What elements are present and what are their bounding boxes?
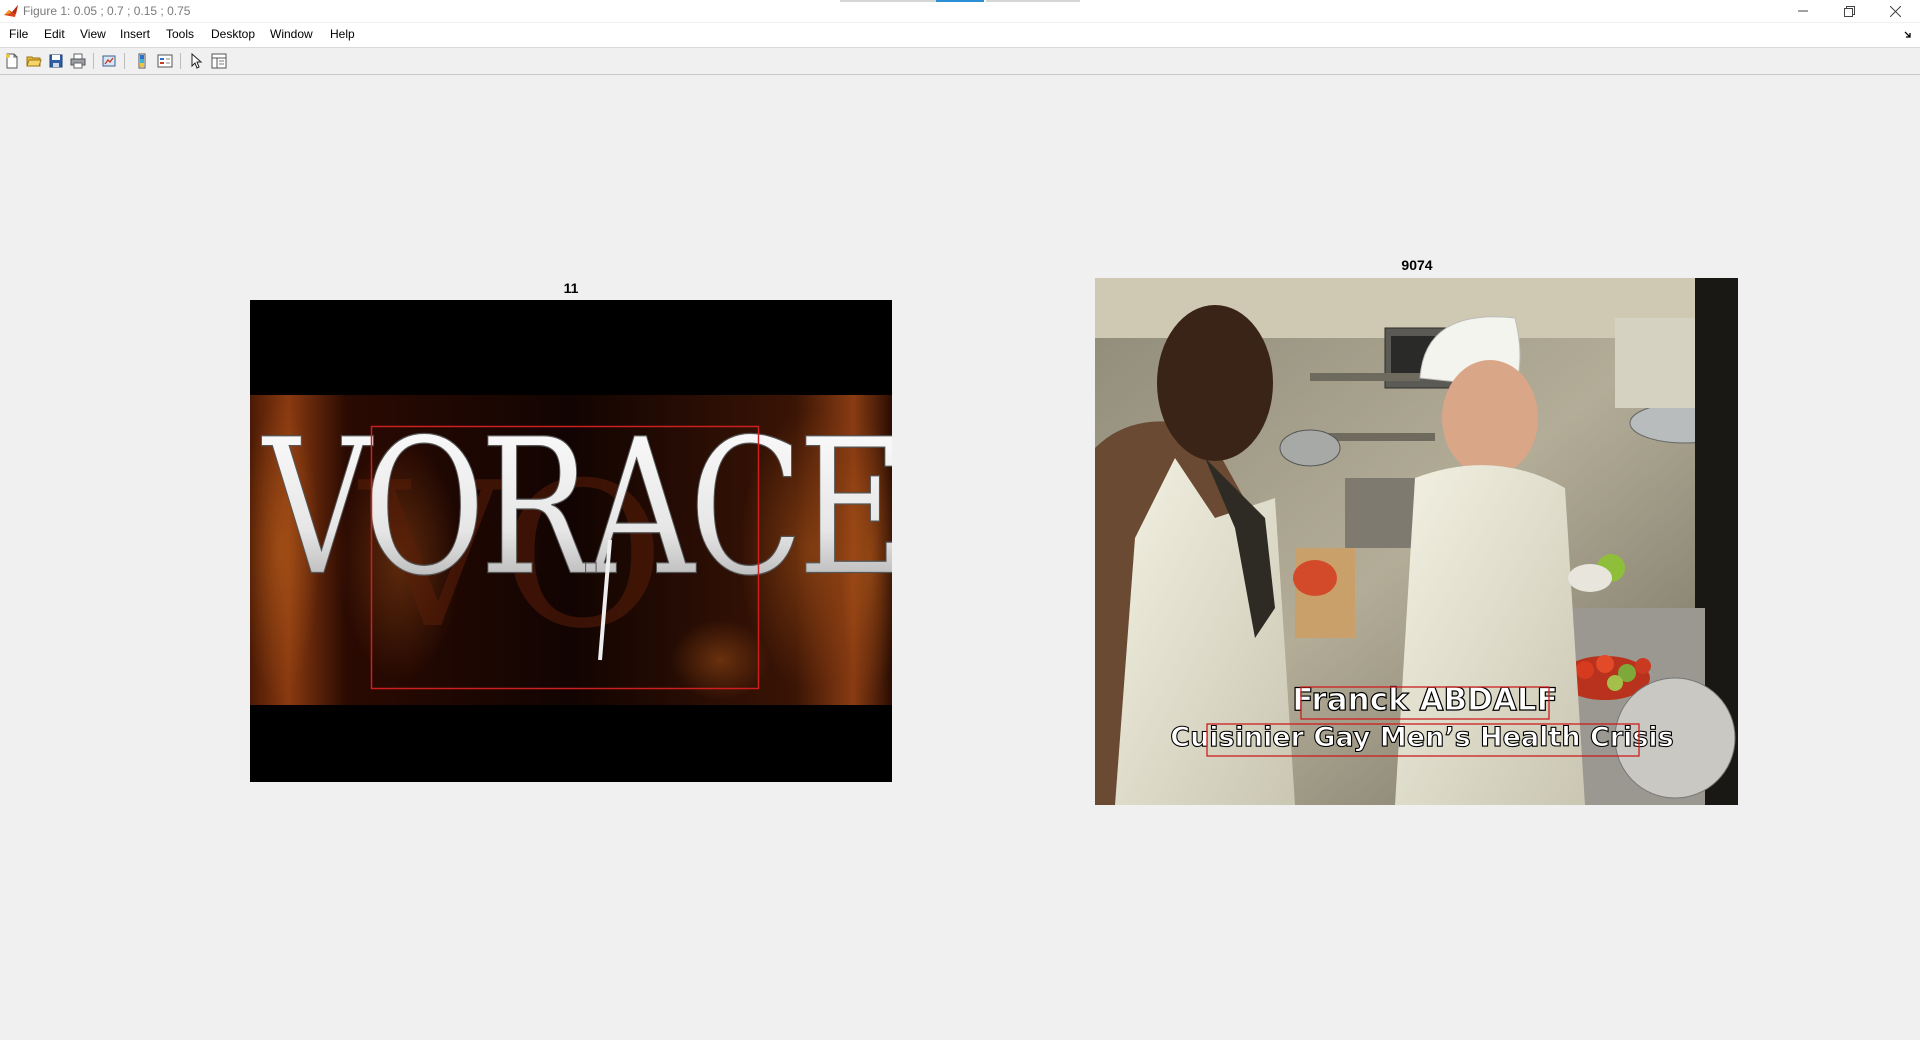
toolbar-separator (180, 53, 181, 69)
image-axes-left[interactable]: VO VORACE (250, 300, 892, 782)
menu-bar: File Edit View Insert Tools Desktop Wind… (0, 23, 1920, 48)
minimize-icon (1798, 10, 1808, 12)
vorace-logo-text: VORACE (261, 399, 892, 618)
toolbar-separator (124, 53, 125, 69)
image-axes-right[interactable]: Franck ABDALF Cuisinier Gay Men’s Health… (1095, 278, 1738, 805)
taskbar-peek-active-segment (936, 0, 984, 2)
new-figure-button[interactable] (3, 52, 21, 70)
menu-edit[interactable]: Edit (44, 27, 65, 41)
property-inspector-icon (211, 53, 227, 69)
property-inspector-button[interactable] (210, 52, 228, 70)
window-title: Figure 1: 0.05 ; 0.7 ; 0.15 ; 0.75 (23, 4, 191, 18)
taskbar-peek-segment (986, 0, 1080, 2)
figure-toolbar (0, 48, 1920, 75)
minimize-button[interactable] (1780, 0, 1826, 22)
edit-plot-button[interactable] (187, 52, 205, 70)
save-figure-button[interactable] (47, 52, 65, 70)
menu-insert[interactable]: Insert (120, 27, 150, 41)
menu-help[interactable]: Help (330, 27, 355, 41)
insert-colorbar-button[interactable] (133, 52, 151, 70)
open-folder-icon (26, 56, 42, 67)
close-icon (1889, 5, 1901, 17)
kitchen-photo: Franck ABDALF Cuisinier Gay Men’s Health… (1095, 278, 1738, 805)
toolbar-separator (93, 53, 94, 69)
axes-title-right: 9074 (1401, 257, 1433, 273)
link-plot-button[interactable] (100, 52, 118, 70)
menu-file[interactable]: File (9, 27, 28, 41)
restore-icon (1843, 5, 1855, 17)
printer-icon (70, 53, 86, 69)
open-file-button[interactable] (25, 52, 43, 70)
menu-window[interactable]: Window (270, 27, 313, 41)
axes-title-left: 11 (563, 280, 579, 296)
vorace-title-frame: VO VORACE (250, 300, 892, 782)
undock-arrow-icon[interactable] (1904, 29, 1914, 39)
matlab-icon (3, 3, 19, 19)
link-plot-icon (102, 55, 116, 67)
taskbar-peek-segment (840, 0, 936, 2)
close-button[interactable] (1872, 0, 1918, 22)
legend-icon (157, 54, 173, 68)
colorbar-icon (138, 53, 146, 69)
menu-tools[interactable]: Tools (166, 27, 194, 41)
menu-desktop[interactable]: Desktop (211, 27, 255, 41)
save-icon (49, 54, 63, 68)
pointer-arrow-icon (191, 53, 203, 69)
window-titlebar: Figure 1: 0.05 ; 0.7 ; 0.15 ; 0.75 (0, 0, 1920, 22)
menu-view[interactable]: View (80, 27, 106, 41)
caption-role: Cuisinier Gay Men’s Health Crisis (1170, 722, 1674, 753)
new-file-icon (6, 53, 18, 69)
restore-button[interactable] (1826, 0, 1872, 22)
insert-legend-button[interactable] (156, 52, 174, 70)
print-figure-button[interactable] (69, 52, 87, 70)
